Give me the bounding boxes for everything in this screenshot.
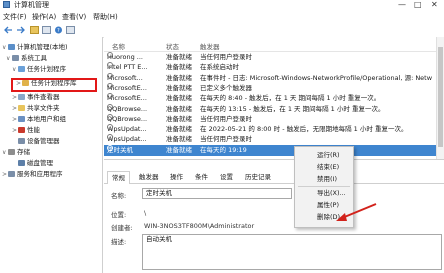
author-label: 创建者:	[111, 224, 133, 232]
tree-item-performance[interactable]: > 性能	[12, 126, 40, 135]
menu-item-export[interactable]: 导出(X)...	[317, 188, 346, 198]
shared-folder-icon	[18, 105, 25, 111]
description-field[interactable]: 自动关机	[142, 234, 442, 270]
services-icon	[8, 171, 15, 177]
tree-item-shared-folders[interactable]: > 共享文件夹	[12, 104, 60, 113]
task-list-scrollbar[interactable]	[436, 37, 444, 159]
highlight-box	[11, 78, 97, 92]
column-trigger[interactable]: 触发器	[200, 41, 220, 51]
device-manager-icon	[18, 138, 25, 144]
task-name-field[interactable]: 定时关机	[142, 188, 292, 199]
column-name[interactable]: 名称	[112, 41, 125, 51]
task-name: QQBrowse...	[107, 104, 148, 113]
author-value: WIN-3NOS3TF800M\Administrator	[144, 222, 255, 230]
tree-item-event-viewer[interactable]: > 事件查看器	[12, 93, 60, 102]
menu-file[interactable]: 文件(F)	[3, 12, 27, 22]
performance-icon	[18, 127, 25, 133]
help-icon[interactable]: ?	[54, 26, 63, 34]
task-icon	[107, 52, 113, 58]
tab-triggers[interactable]: 触发器	[135, 171, 163, 183]
task-name-cell: 定时关机	[107, 144, 163, 156]
computer-icon	[8, 44, 15, 50]
tree-item-system-tools[interactable]: ∨ 系统工具	[6, 54, 47, 63]
task-icon	[107, 103, 113, 110]
tab-history[interactable]: 历史记录	[241, 171, 275, 183]
task-icon	[107, 72, 113, 79]
task-status: 准备就绪	[166, 145, 192, 154]
maximize-button[interactable]: □	[414, 0, 422, 10]
task-list-header: 名称 状态 触发器	[104, 37, 444, 52]
task-icon	[107, 113, 113, 120]
back-icon[interactable]	[4, 26, 13, 34]
table-row[interactable]: 定时关机 准备就绪 在每天的 19:19	[104, 144, 444, 156]
task-name: QQBrowse...	[107, 114, 148, 123]
svg-text:?: ?	[57, 28, 60, 34]
task-name: Intel PTT E...	[107, 63, 148, 72]
annotation-arrow	[336, 203, 377, 221]
task-icon	[107, 144, 113, 151]
close-button[interactable]: ✕	[431, 0, 438, 10]
clock-icon	[18, 66, 25, 72]
menu-view[interactable]: 查看(V)	[62, 12, 86, 22]
tools-icon	[12, 55, 19, 61]
tree-item-computer-management[interactable]: ∨ 计算机管理(本地)	[2, 43, 68, 52]
tree-item-storage[interactable]: ∨ 存储	[2, 148, 30, 157]
event-viewer-icon	[18, 94, 25, 100]
tree-item-task-scheduler[interactable]: ∨ 任务计划程序	[12, 65, 66, 74]
menu-action[interactable]: 操作(A)	[32, 12, 56, 22]
minimize-button[interactable]: —	[398, 0, 406, 10]
name-label: 名称:	[111, 192, 127, 200]
location-value: \	[144, 209, 147, 217]
properties-icon[interactable]	[66, 26, 75, 34]
folder-up-icon[interactable]	[30, 26, 39, 34]
detail-tabs: 常规 触发器 操作 条件 设置 历史记录	[104, 171, 444, 184]
window-title: 计算机管理	[14, 1, 49, 9]
tab-general[interactable]: 常规	[107, 171, 130, 184]
tab-conditions[interactable]: 条件	[191, 171, 212, 183]
show-tree-icon[interactable]	[42, 26, 51, 34]
scrollbar-thumb[interactable]	[438, 47, 443, 147]
tab-actions[interactable]: 操作	[166, 171, 187, 183]
navigation-tree: ∨ 计算机管理(本地) ∨ 系统工具 ∨ 任务计划程序 > 任务计划程序库 > 事件查看器…	[0, 37, 103, 273]
disk-icon	[18, 160, 25, 166]
users-icon	[18, 116, 25, 122]
task-detail-pane: 常规 触发器 操作 条件 设置 历史记录 名称: 定时关机 位置: \ 创建者:…	[104, 168, 444, 273]
description-label: 描述:	[111, 238, 127, 246]
forward-icon[interactable]	[16, 26, 25, 34]
tree-item-device-manager[interactable]: 设备管理器	[12, 137, 60, 146]
menu-help[interactable]: 帮助(H)	[93, 12, 118, 22]
menu-separator	[298, 186, 350, 187]
tree-item-disk-management[interactable]: 磁盘管理	[12, 159, 53, 168]
storage-icon	[8, 149, 15, 155]
menu-bar: 文件(F) 操作(A) 查看(V) 帮助(H)	[0, 10, 444, 23]
task-list: 名称 状态 触发器 Huorong ... 准备就绪 当任何用户登录时 Intel P…	[104, 37, 444, 160]
tree-item-services-applications[interactable]: > 服务和应用程序	[2, 170, 63, 179]
computer-management-icon	[3, 1, 10, 8]
toolbar: ?	[0, 23, 444, 38]
task-icon	[107, 82, 113, 89]
title-bar: 计算机管理 — □ ✕	[0, 0, 444, 10]
location-label: 位置:	[111, 211, 127, 219]
menu-item-end[interactable]: 结束(E)	[317, 162, 339, 172]
tab-settings[interactable]: 设置	[216, 171, 237, 183]
menu-item-run[interactable]: 运行(R)	[317, 150, 340, 160]
tree-item-local-users-groups[interactable]: > 本地用户和组	[12, 115, 66, 124]
column-status[interactable]: 状态	[166, 41, 179, 51]
menu-item-disable[interactable]: 禁用(I)	[317, 174, 337, 184]
